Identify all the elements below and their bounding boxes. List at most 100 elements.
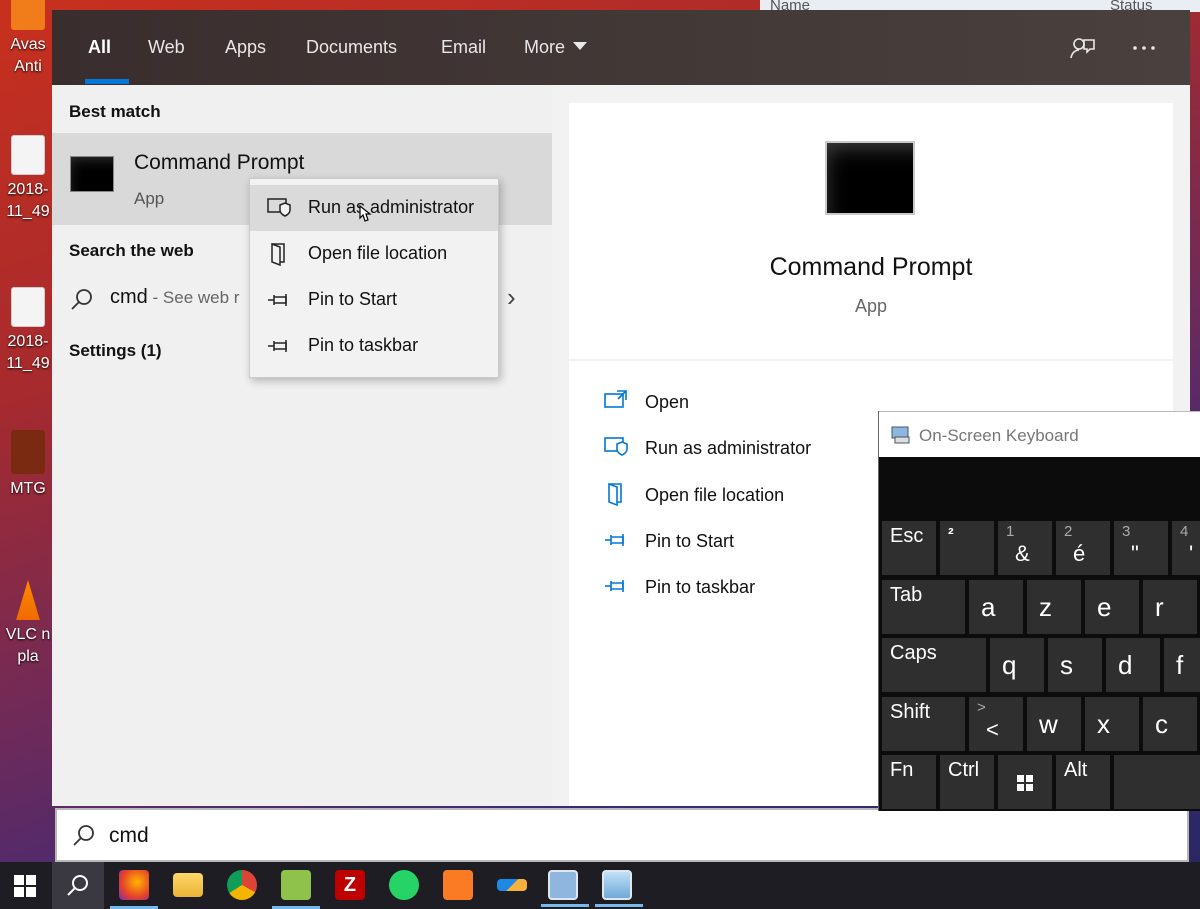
key-label: q [1002,650,1017,680]
whatsapp-icon[interactable] [389,870,419,900]
chevron-right-icon[interactable]: › [507,282,516,313]
xampp-icon[interactable] [443,870,473,900]
desktop-icon-label: VLC n [5,626,51,643]
key-z[interactable]: z [1027,580,1081,634]
key-label: Ctrl [948,759,980,781]
search-icon [73,825,94,846]
key-squared[interactable]: ² [940,521,994,575]
desktop-icon-label: MTG [10,480,46,497]
key-f[interactable]: f [1164,638,1200,692]
tab-email[interactable]: Email [441,36,486,58]
start-button[interactable] [0,862,52,909]
action-open[interactable]: Open [597,385,897,419]
ctx-label: Pin to Start [308,289,398,309]
desktop-icon-file-2[interactable]: 2018- 11_49 [4,287,52,375]
key-x[interactable]: x [1085,697,1139,751]
key-1-ampersand[interactable]: 1 & [998,521,1052,575]
ctx-label: Run as administrator [308,197,475,217]
ctx-pin-to-start[interactable]: Pin to Start [250,277,498,323]
settings-header[interactable]: Settings (1) [69,341,162,361]
key-a[interactable]: a [969,580,1023,634]
remote-desktop-icon[interactable] [595,870,643,907]
preview-title: Command Prompt [769,253,973,281]
key-ctrl[interactable]: Ctrl [940,755,994,809]
desktop-icon-mtg[interactable]: MTG [4,430,52,500]
key-space[interactable] [1114,755,1200,809]
key-label: d [1118,650,1133,680]
key-alt[interactable]: Alt [1056,755,1110,809]
key-e[interactable]: e [1085,580,1139,634]
tab-web[interactable]: Web [148,36,185,58]
file-explorer-icon[interactable] [173,873,203,897]
ctx-label: Pin to taskbar [308,335,419,355]
filezilla-icon[interactable]: Z [335,870,365,900]
key-tab[interactable]: Tab [882,580,965,634]
firefox-icon[interactable] [110,870,158,909]
tab-all[interactable]: All [88,36,111,58]
shield-icon [604,437,628,456]
desktop-icon-vlc[interactable]: VLC n pla [4,580,52,668]
key-q[interactable]: q [990,638,1044,692]
tab-documents[interactable]: Documents [306,36,397,58]
key-shift-label: > [977,699,986,716]
key-w[interactable]: w [1027,697,1081,751]
key-label: Tab [890,584,923,606]
shield-icon [267,198,291,217]
action-pin-to-taskbar[interactable]: Pin to taskbar [597,570,897,604]
tab-apps[interactable]: Apps [225,36,266,58]
keyboard-icon [891,426,910,444]
best-match-header: Best match [69,102,161,121]
chrome-icon[interactable] [227,870,257,900]
key-shift[interactable]: Shift [882,697,965,751]
notepad-plus-icon[interactable] [272,870,320,909]
caret-down-icon [573,42,588,50]
action-label: Open [645,392,690,412]
key-d[interactable]: d [1106,638,1160,692]
action-pin-to-start[interactable]: Pin to Start [597,524,897,558]
key-4-apostrophe[interactable]: 4 ' [1172,521,1200,575]
running-indicator [541,904,589,907]
key-r[interactable]: r [1143,580,1197,634]
key-label: Fn [890,759,914,781]
ctx-pin-to-taskbar[interactable]: Pin to taskbar [250,323,498,369]
tab-more[interactable]: More [524,36,588,58]
key-s[interactable]: s [1048,638,1102,692]
key-less-than[interactable]: > < [969,697,1023,751]
key-label: z [1039,592,1052,622]
key-3-quote[interactable]: 3 " [1114,521,1168,575]
search-input[interactable]: cmd [55,808,1189,862]
key-label: é [1073,541,1086,566]
ctx-open-file-location[interactable]: Open file location [250,231,498,277]
key-fn[interactable]: Fn [882,755,936,809]
key-esc[interactable]: Esc [882,521,936,575]
key-caps[interactable]: Caps [882,638,986,692]
app-icon[interactable] [497,879,527,891]
ctx-run-as-administrator[interactable]: Run as administrator [250,185,498,231]
action-open-file-location[interactable]: Open file location [597,478,897,512]
desktop-icon-file-1[interactable]: 2018- 11_49 [4,135,52,223]
key-label: ' [1189,541,1194,566]
desktop-icon-avast[interactable]: Avas Anti [4,0,52,78]
desktop-icon-label: 11_49 [6,203,50,220]
more-options-icon[interactable] [1130,34,1158,62]
key-2-e-acute[interactable]: 2é [1056,521,1110,575]
on-screen-keyboard-icon[interactable] [541,870,589,907]
desktop-icon-label: 11_49 [6,355,50,372]
document-icon [11,135,45,175]
taskbar-search-button[interactable] [52,862,104,909]
key-shift-label: 2 [1064,523,1073,540]
key-label: Caps [890,642,937,664]
key-label: f [1176,650,1184,680]
command-prompt-icon [70,156,114,192]
feedback-icon[interactable] [1068,34,1096,62]
windows-icon [14,875,36,897]
action-run-as-administrator[interactable]: Run as administrator [597,431,897,465]
key-label: " [1131,541,1139,566]
pin-icon [268,294,287,306]
key-windows[interactable] [998,755,1052,809]
on-screen-keyboard: On-Screen Keyboard Esc ² 1 & 2é 3 " 4 ' Tab… [878,411,1200,811]
search-tab-bar: All Web Apps Documents Email More [52,10,1190,85]
desktop-icon-label: pla [17,648,39,665]
key-c[interactable]: c [1143,697,1197,751]
osk-titlebar[interactable]: On-Screen Keyboard [879,411,1200,457]
